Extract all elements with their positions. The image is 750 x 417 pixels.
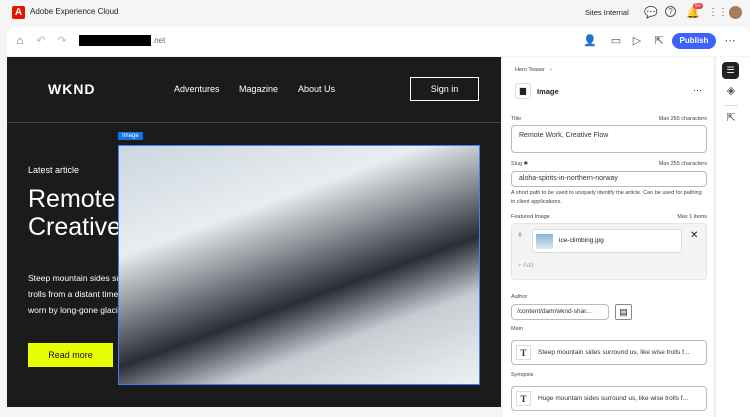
hero-image[interactable] <box>118 145 480 385</box>
org-switcher[interactable]: Sites Internal <box>585 8 629 17</box>
wknd-logo[interactable]: WKND <box>48 81 96 97</box>
drag-handle-icon[interactable]: ⠿ <box>518 233 522 239</box>
adobe-logo: A <box>12 6 25 19</box>
user-settings-icon[interactable]: 👤 <box>583 34 597 48</box>
slug-label: Slug ✱ <box>511 161 528 167</box>
image-badge: Image <box>118 132 143 140</box>
nav-about-us[interactable]: About Us <box>298 84 335 94</box>
open-external-icon[interactable]: ⇱ <box>652 34 666 48</box>
right-rail: ☰ ◈ ⇱ <box>715 57 750 417</box>
synopsis-field[interactable]: T Huge mountain sides surround us, like … <box>511 386 707 411</box>
required-marker: ✱ <box>523 161 529 167</box>
notification-badge: 9+ <box>693 3 703 9</box>
synopsis-label: Synopsis <box>511 372 534 378</box>
app-title[interactable]: Adobe Experience Cloud <box>30 7 119 16</box>
component-name: Image <box>537 87 559 96</box>
home-icon[interactable]: ⌂ <box>13 34 27 48</box>
url-suffix: .net <box>152 36 166 45</box>
title-label: Title <box>511 116 522 122</box>
breadcrumb[interactable]: Hero Teaser <box>515 67 545 73</box>
slug-hint: Max 255 characters <box>658 161 707 167</box>
page-canvas: WKND Adventures Magazine About Us Sign i… <box>7 57 501 407</box>
hero-eyebrow: Latest article <box>28 165 80 175</box>
preview-play-icon[interactable]: ▷ <box>630 34 644 48</box>
redacted-url <box>79 35 151 46</box>
content-picker-icon[interactable]: ▤ <box>615 304 632 320</box>
divider <box>7 122 501 123</box>
undo-icon[interactable]: ↶ <box>34 34 48 48</box>
nav-adventures[interactable]: Adventures <box>174 84 220 94</box>
main-value: Steep mountain sides surround us, like w… <box>538 349 690 356</box>
top-bar: A Adobe Experience Cloud Sites Internal … <box>0 0 750 26</box>
desktop-preview-icon[interactable]: ▭ <box>609 34 623 48</box>
featured-label: Featured Image <box>511 214 550 220</box>
add-button[interactable]: + Add <box>518 263 534 269</box>
sign-in-button[interactable]: Sign in <box>410 77 479 101</box>
divider <box>724 105 738 106</box>
text-icon: T <box>516 391 531 406</box>
layers-icon[interactable]: ◈ <box>724 84 738 98</box>
title-field[interactable]: Remote Work, Creative Flow <box>511 125 707 153</box>
properties-panel: Hero Teaser › ▆ Image ⋯ Title Max 255 ch… <box>503 57 713 417</box>
text-icon: T <box>516 345 531 360</box>
author-field[interactable]: /content/dam/wknd-shar... <box>511 304 609 320</box>
thumbnail <box>536 234 553 249</box>
slug-field[interactable]: aloha-spirits-in-northern-norway <box>511 171 707 187</box>
nav-magazine[interactable]: Magazine <box>239 84 278 94</box>
slug-label-text: Slug <box>511 161 523 167</box>
chevron-right-icon: › <box>550 67 552 73</box>
featured-hint: Max 1 items <box>677 214 707 220</box>
feedback-icon[interactable]: 💬 <box>644 6 658 20</box>
file-name: ice-climbing.jpg <box>559 237 604 244</box>
properties-icon[interactable]: ☰ <box>722 62 739 79</box>
apps-grid-icon[interactable]: ⋮⋮ <box>708 6 728 20</box>
image-icon: ▆ <box>515 83 531 99</box>
more-icon[interactable]: ⋯ <box>723 34 737 48</box>
featured-image-item[interactable]: ice-climbing.jpg <box>532 229 682 253</box>
featured-image-list: ⠿ ice-climbing.jpg ✕ + Add <box>511 223 707 280</box>
more-icon[interactable]: ⋯ <box>693 85 702 96</box>
open-external-icon[interactable]: ⇱ <box>724 111 738 125</box>
remove-icon[interactable]: ✕ <box>690 230 698 241</box>
redo-icon[interactable]: ↷ <box>55 34 69 48</box>
read-more-button[interactable]: Read more <box>28 343 113 367</box>
title-hint: Max 255 characters <box>658 116 707 122</box>
help-icon[interactable]: ? <box>665 6 676 17</box>
editor-toolbar: ⌂ ↶ ↷ .net 👤 ▭ ▷ ⇱ ⋯ <box>7 27 750 56</box>
publish-button[interactable]: Publish <box>672 33 716 49</box>
main-label: Main <box>511 326 523 332</box>
main-field[interactable]: T Steep mountain sides surround us, like… <box>511 340 707 365</box>
author-label: Author <box>511 294 528 300</box>
slug-help: A short path to be used to uniquely iden… <box>511 190 702 205</box>
avatar[interactable] <box>729 6 742 19</box>
synopsis-value: Huge mountain sides surround us, like wi… <box>538 395 688 402</box>
